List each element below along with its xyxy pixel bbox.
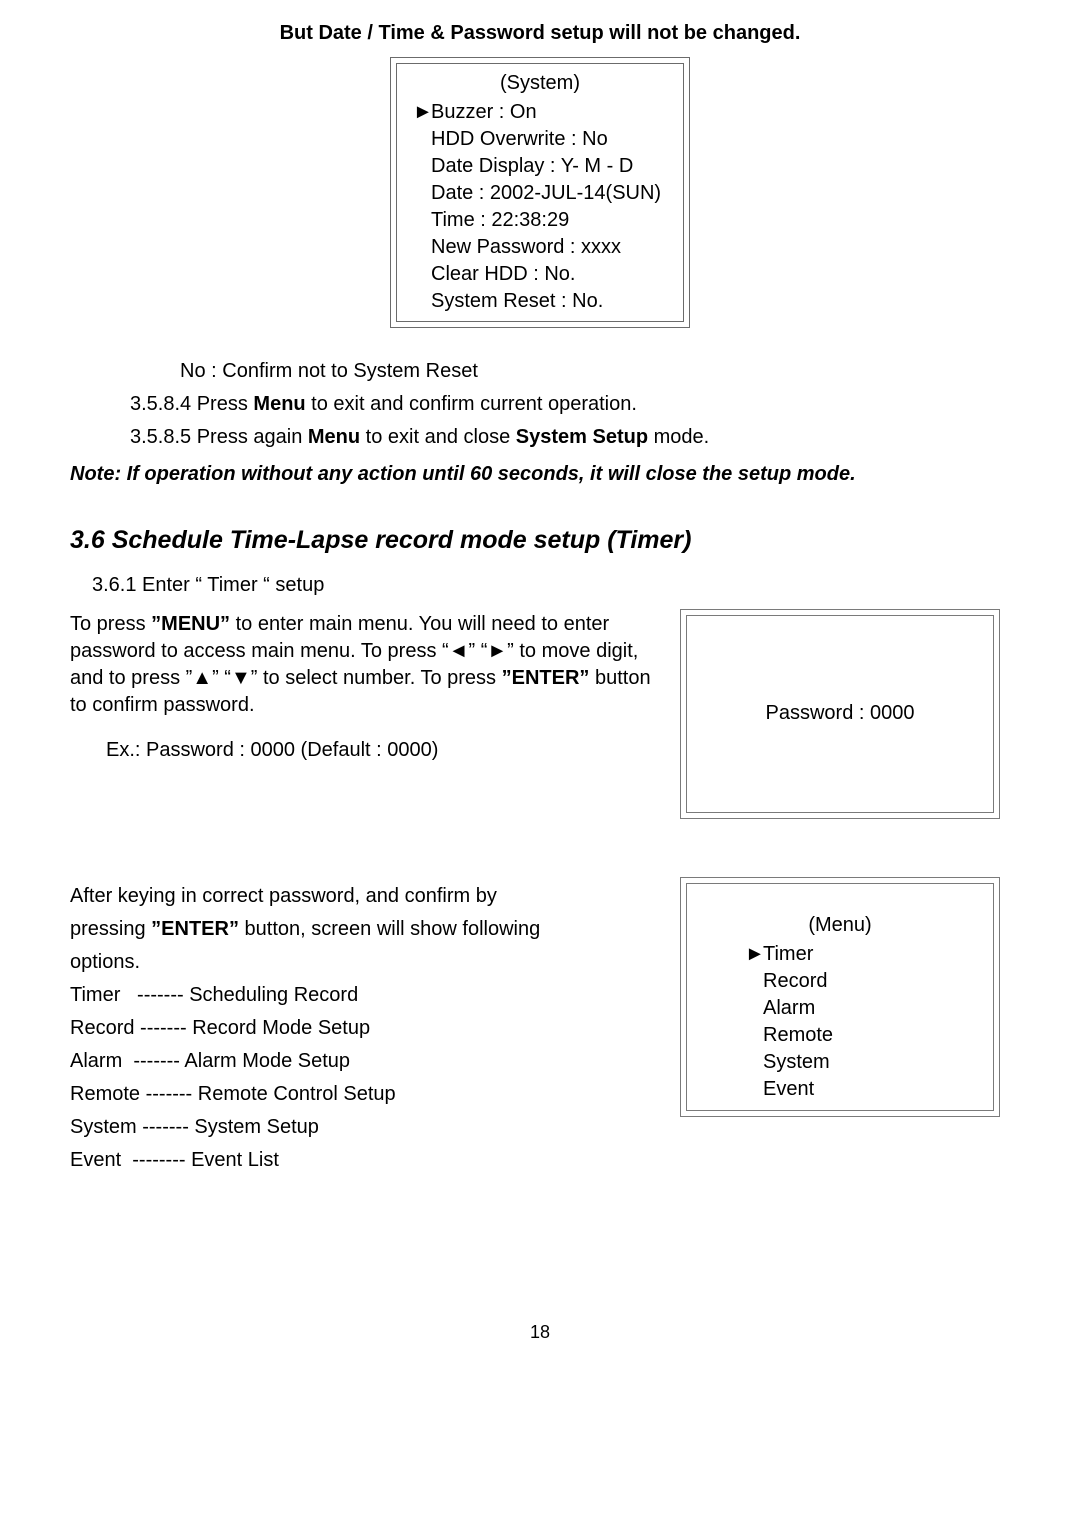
no-label: No xyxy=(180,360,206,382)
menu-option-event: Event -------- Event List xyxy=(70,1147,660,1174)
step-suffix: to exit and confirm current operation. xyxy=(306,393,637,415)
menu-row-remote: Remote xyxy=(707,1022,973,1049)
system-row-buzzer: ►Buzzer : On xyxy=(407,99,673,126)
menu-row-text: Timer xyxy=(763,943,813,965)
system-row-text: Date Display : Y- M - D xyxy=(431,155,633,177)
system-row-text: HDD Overwrite : No xyxy=(431,128,608,150)
system-row-text: Clear HDD : No. xyxy=(431,263,575,285)
menu-keyword: Menu xyxy=(308,426,360,448)
system-row-clearhdd: Clear HDD : No. xyxy=(407,261,673,288)
menu-option-timer: Timer ------- Scheduling Record xyxy=(70,982,660,1009)
menu-row-system: System xyxy=(707,1049,973,1076)
password-value: Password : 0000 xyxy=(766,700,915,727)
menu-password-paragraph: To press ”MENU” to enter main menu. You … xyxy=(70,611,660,719)
example-password-line: Ex.: Password : 0000 (Default : 0000) xyxy=(70,737,660,764)
menu-row-text: Alarm xyxy=(763,997,815,1019)
menu-row-text: Remote xyxy=(763,1024,833,1046)
section-3-6-heading: 3.6 Schedule Time-Lapse record mode setu… xyxy=(70,524,1010,558)
system-row-text: System Reset : No. xyxy=(431,290,603,312)
menu-row-text: Record xyxy=(763,970,827,992)
menu-row-alarm: Alarm xyxy=(707,995,973,1022)
pointer-icon: ► xyxy=(413,99,431,126)
system-row-text: Buzzer : On xyxy=(431,101,537,123)
step5-prefix: 3.5.8.5 Press again xyxy=(130,426,308,448)
note-line: Note: If operation without any action un… xyxy=(70,461,1010,488)
system-row-password: New Password : xxxx xyxy=(407,234,673,261)
section-3-6-1: 3.6.1 Enter “ Timer “ setup xyxy=(92,572,1010,599)
text: To press xyxy=(70,613,151,635)
system-row-hddoverwrite: HDD Overwrite : No xyxy=(407,126,673,153)
system-setup-keyword: System Setup xyxy=(516,426,648,448)
system-panel-title: (System) xyxy=(407,70,673,97)
header-warning: But Date / Time & Password setup will no… xyxy=(70,20,1010,47)
system-row-time: Time : 22:38:29 xyxy=(407,207,673,234)
menu-keyword: Menu xyxy=(253,393,305,415)
menu-option-alarm: Alarm ------- Alarm Mode Setup xyxy=(70,1048,660,1075)
step-prefix: 3.5.8.4 Press xyxy=(130,393,253,415)
system-row-text: New Password : xxxx xyxy=(431,236,621,258)
enter-keyword: ”ENTER” xyxy=(502,667,590,689)
page-number: 18 xyxy=(70,1320,1010,1344)
system-row-text: Time : 22:38:29 xyxy=(431,209,569,231)
step-3-5-8-5: 3.5.8.5 Press again Menu to exit and clo… xyxy=(70,424,1010,451)
step5-mid: to exit and close xyxy=(360,426,516,448)
no-confirm-line: No : Confirm not to System Reset xyxy=(70,358,1010,385)
menu-keyword: ”MENU” xyxy=(151,613,230,635)
text: button, screen will show following xyxy=(239,918,540,940)
menu-row-text: System xyxy=(763,1051,830,1073)
menu-row-text: Event xyxy=(763,1078,814,1100)
system-row-datedisplay: Date Display : Y- M - D xyxy=(407,153,673,180)
after-line-3: options. xyxy=(70,949,660,976)
menu-option-record: Record ------- Record Mode Setup xyxy=(70,1015,660,1042)
pointer-icon: ► xyxy=(745,941,763,968)
enter-keyword: ”ENTER” xyxy=(151,918,239,940)
menu-panel-title: (Menu) xyxy=(707,912,973,939)
no-rest: : Confirm not to System Reset xyxy=(206,360,478,382)
menu-panel: (Menu) ►Timer Record Alarm Remote System… xyxy=(680,877,1000,1117)
menu-option-system: System ------- System Setup xyxy=(70,1114,660,1141)
text: pressing xyxy=(70,918,151,940)
step-3-5-8-4: 3.5.8.4 Press Menu to exit and confirm c… xyxy=(70,391,1010,418)
after-line-1: After keying in correct password, and co… xyxy=(70,883,660,910)
system-row-sysreset: System Reset : No. xyxy=(407,288,673,315)
menu-row-record: Record xyxy=(707,968,973,995)
system-settings-panel: (System) ►Buzzer : On HDD Overwrite : No… xyxy=(390,57,690,328)
menu-row-event: Event xyxy=(707,1076,973,1103)
menu-option-remote: Remote ------- Remote Control Setup xyxy=(70,1081,660,1108)
password-panel: Password : 0000 xyxy=(680,609,1000,819)
menu-row-timer: ►Timer xyxy=(707,941,973,968)
system-row-date: Date : 2002-JUL-14(SUN) xyxy=(407,180,673,207)
step5-suffix: mode. xyxy=(648,426,709,448)
system-row-text: Date : 2002-JUL-14(SUN) xyxy=(431,182,661,204)
after-line-2: pressing ”ENTER” button, screen will sho… xyxy=(70,916,660,943)
